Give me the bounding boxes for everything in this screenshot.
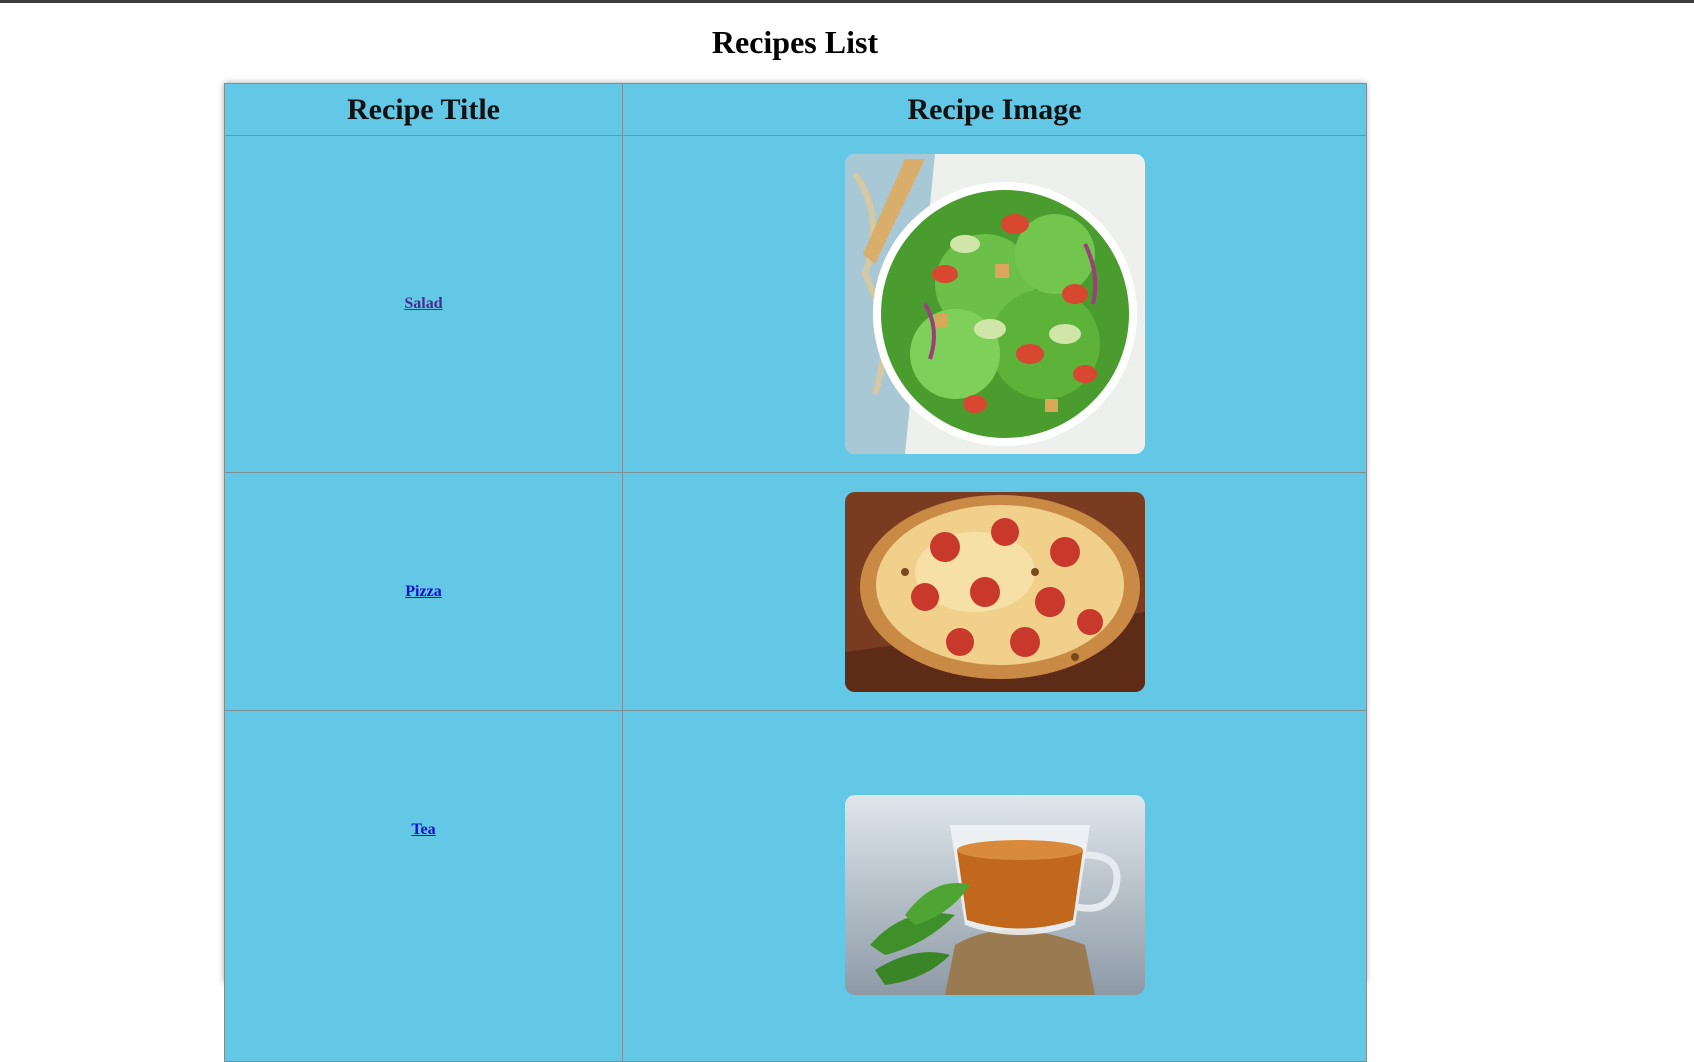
recipe-title-cell: Pizza — [224, 472, 623, 711]
recipe-link-pizza[interactable]: Pizza — [405, 583, 441, 600]
header-recipe-image: Recipe Image — [622, 83, 1367, 136]
recipes-table: Recipe Title Recipe Image Salad Pizza Te… — [224, 83, 1367, 1062]
salad-image — [844, 154, 1145, 454]
table-row: Tea — [224, 710, 1367, 1062]
recipe-link-tea[interactable]: Tea — [411, 821, 435, 838]
recipes-table-container: Recipe Title Recipe Image Salad Pizza Te… — [224, 83, 1367, 1062]
page-title: Recipes List — [711, 24, 879, 60]
pizza-image — [844, 491, 1145, 692]
recipe-image-cell — [622, 710, 1367, 1062]
recipe-title-cell: Tea — [224, 710, 623, 1062]
recipe-image-cell — [622, 135, 1367, 473]
recipe-link-salad[interactable]: Salad — [404, 295, 442, 312]
table-row: Pizza — [224, 472, 1367, 711]
recipe-title-cell: Salad — [224, 135, 623, 473]
top-rule — [0, 0, 1694, 3]
table-row: Salad — [224, 135, 1367, 473]
table-header-row: Recipe Title Recipe Image — [224, 83, 1367, 136]
tea-image — [844, 795, 1145, 995]
recipe-image-cell — [622, 472, 1367, 711]
header-recipe-title: Recipe Title — [224, 83, 623, 136]
